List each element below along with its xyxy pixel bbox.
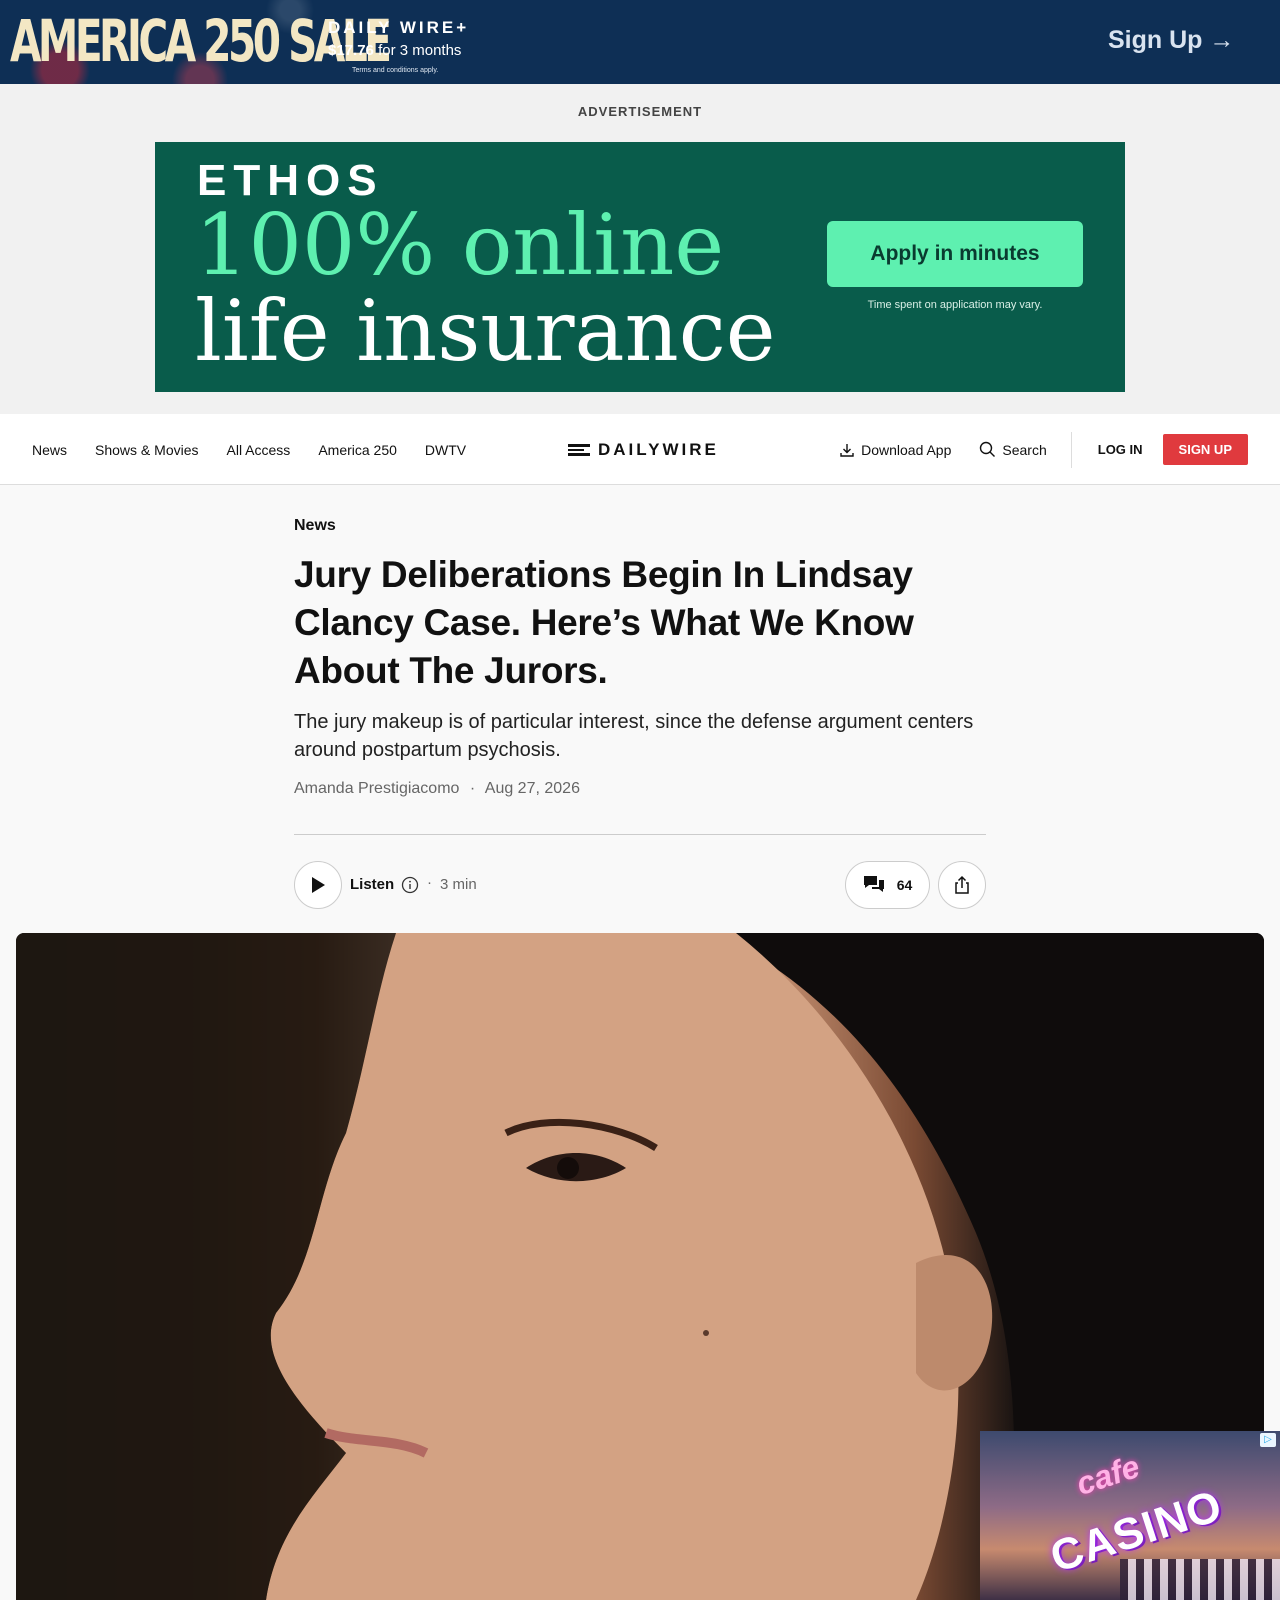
promo-sale-title: AMERICA 250 SALE — [10, 7, 392, 75]
listen-label[interactable]: Listen — [350, 876, 394, 893]
casino-ad[interactable]: cafe CASINO ▷ — [980, 1431, 1280, 1600]
nav-link-all-access[interactable]: All Access — [227, 442, 291, 458]
search-label: Search — [1002, 441, 1047, 458]
share-button[interactable] — [938, 861, 986, 909]
publish-date: Aug 27, 2026 — [484, 780, 580, 797]
nav-link-news[interactable]: News — [32, 442, 67, 458]
byline-separator: · — [469, 780, 476, 797]
nav-actions: Download App Search LOG IN SIGN UP — [839, 414, 1248, 485]
download-app-label: Download App — [861, 441, 952, 458]
article-toolbar: Listen · 3 min 64 — [294, 861, 986, 909]
dailywire-logo-icon — [568, 444, 590, 456]
promo-price: $17.76 for 3 months — [328, 42, 461, 59]
ad-area: ADVERTISEMENT ETHOS 100% online life ins… — [0, 84, 1280, 414]
promo-signup-link[interactable]: Sign Up → — [1108, 26, 1234, 55]
nav-divider — [1070, 431, 1072, 468]
casino-checkerboard — [1120, 1559, 1280, 1600]
promo-price-suffix: for 3 months — [378, 42, 462, 59]
share-icon — [955, 875, 969, 894]
nav-links: News Shows & Movies All Access America 2… — [32, 414, 466, 485]
search-button[interactable]: Search — [979, 441, 1047, 458]
download-icon — [840, 443, 854, 457]
info-icon[interactable] — [401, 876, 419, 894]
read-duration: 3 min — [440, 876, 477, 893]
main-nav: News Shows & Movies All Access America 2… — [0, 414, 1280, 485]
comment-count: 64 — [896, 877, 913, 893]
nav-link-dwtv[interactable]: DWTV — [425, 442, 466, 458]
ad-label: ADVERTISEMENT — [577, 104, 703, 119]
ethos-headline-1: 100% online — [195, 196, 725, 294]
nav-link-america-250[interactable]: America 250 — [318, 442, 397, 458]
ethos-headline-2: life insurance — [195, 282, 776, 380]
article-category[interactable]: News — [294, 517, 336, 535]
author-name[interactable]: Amanda Prestigiacomo — [294, 780, 459, 797]
login-button[interactable]: LOG IN — [1098, 442, 1143, 457]
byline: Amanda Prestigiacomo · Aug 27, 2026 — [294, 780, 580, 798]
download-app-link[interactable]: Download App — [839, 442, 951, 458]
nav-link-shows-movies[interactable]: Shows & Movies — [95, 442, 198, 458]
play-icon — [312, 877, 325, 893]
apply-button[interactable]: Apply in minutes — [827, 221, 1083, 287]
duration-separator: · — [427, 874, 432, 891]
comments-icon — [863, 876, 884, 892]
ethos-ad[interactable]: ETHOS 100% online life insurance Apply i… — [155, 142, 1125, 392]
comments-button[interactable]: 64 — [845, 861, 930, 909]
promo-terms: Terms and conditions apply. — [352, 67, 439, 74]
adchoices-icon[interactable]: ▷ — [1260, 1433, 1276, 1447]
search-icon — [980, 441, 996, 457]
article-headline: Jury Deliberations Begin In Lindsay Clan… — [294, 554, 914, 691]
signup-button[interactable]: SIGN UP — [1162, 434, 1248, 465]
article-dek: The jury makeup is of particular interes… — [294, 711, 974, 761]
promo-banner[interactable]: AMERICA 250 SALE DAILY WIRE+ $17.76 for … — [0, 0, 1280, 84]
ethos-disclaimer: Time spent on application may vary. — [867, 299, 1043, 311]
play-button[interactable] — [294, 861, 342, 909]
header-divider — [294, 834, 986, 835]
casino-ad-line1: cafe — [1071, 1448, 1144, 1503]
site-logo[interactable]: DAILYWIRE — [568, 440, 719, 460]
promo-price-amount: $17.76 — [328, 42, 374, 59]
site-logo-text: DAILYWIRE — [598, 440, 719, 459]
promo-brand: DAILY WIRE+ — [328, 18, 470, 37]
